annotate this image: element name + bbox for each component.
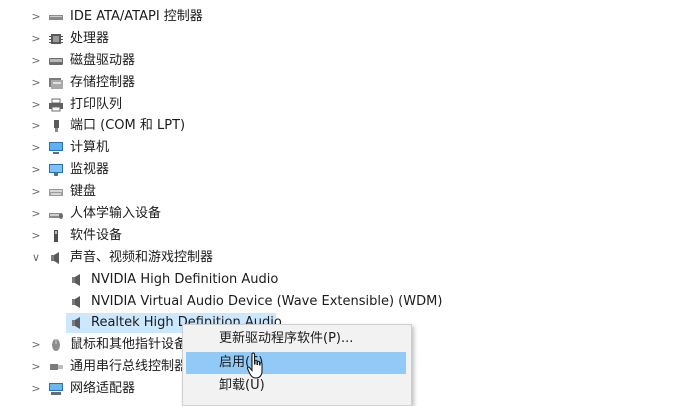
tree-item-print-queues[interactable]: > 打印队列 <box>0 94 684 116</box>
tree-item-hid[interactable]: > 人体学输入设备 <box>0 203 684 225</box>
monitor-icon <box>49 164 63 177</box>
tree-item-label: 通用串行总线控制器 <box>70 359 188 375</box>
tree-item-nvidia-hd-audio[interactable]: NVIDIA High Definition Audio <box>0 269 684 291</box>
tree-item-label: NVIDIA High Definition Audio <box>91 271 279 287</box>
menu-item-enable[interactable]: 启用(E) <box>186 352 406 374</box>
chevron-right-icon[interactable]: > <box>30 137 42 159</box>
hid-icon <box>49 213 63 220</box>
tree-item-label: 处理器 <box>70 30 110 46</box>
menu-item-update-driver[interactable]: 更新驱动程序软件(P)... <box>186 328 406 350</box>
mouse-icon <box>52 339 60 352</box>
chevron-right-icon[interactable]: > <box>30 181 42 203</box>
tree-item-label: 计算机 <box>70 140 110 156</box>
tree-item-software-devices[interactable]: > 软件设备 <box>0 225 684 247</box>
chevron-right-icon[interactable]: > <box>30 159 42 181</box>
tree-item-label: 磁盘驱动器 <box>70 52 136 68</box>
port-icon <box>54 120 59 133</box>
tree-item-disk-drives[interactable]: > 磁盘驱动器 <box>0 50 684 72</box>
tree-item-label: 人体学输入设备 <box>70 206 162 222</box>
processor-icon <box>49 33 63 44</box>
chevron-right-icon[interactable]: > <box>30 334 42 356</box>
chevron-right-icon[interactable]: > <box>30 50 42 72</box>
tree-item-label: 声音、视频和游戏控制器 <box>70 249 214 265</box>
chevron-right-icon[interactable]: > <box>30 94 42 116</box>
software-device-icon <box>54 229 58 242</box>
chevron-right-icon[interactable]: > <box>30 378 42 400</box>
tree-item-label: 软件设备 <box>70 227 123 243</box>
usb-icon <box>50 364 63 371</box>
hand-cursor-icon <box>246 352 263 379</box>
tree-item-nvidia-virtual-audio[interactable]: NVIDIA Virtual Audio Device (Wave Extens… <box>0 291 684 313</box>
tree-item-label: 监视器 <box>70 162 110 178</box>
chevron-right-icon[interactable]: > <box>30 225 42 247</box>
chevron-right-icon[interactable]: > <box>30 72 42 94</box>
chevron-down-icon[interactable]: ∨ <box>30 247 42 269</box>
tree-item-ports[interactable]: > 端口 (COM 和 LPT) <box>0 115 684 137</box>
tree-item-storage-controllers[interactable]: > 存储控制器 <box>0 72 684 94</box>
speaker-icon <box>51 251 59 264</box>
chevron-right-icon[interactable]: > <box>30 28 42 50</box>
disk-drive-icon <box>49 57 63 65</box>
chevron-right-icon[interactable]: > <box>30 356 42 378</box>
chevron-right-icon[interactable]: > <box>30 115 42 137</box>
tree-item-label: 存储控制器 <box>70 74 136 90</box>
speaker-icon <box>72 317 80 330</box>
computer-icon <box>49 142 63 155</box>
tree-item-sound-video-game[interactable]: ∨ 声音、视频和游戏控制器 <box>0 247 684 269</box>
chevron-right-icon[interactable]: > <box>30 203 42 225</box>
tree-item-label: NVIDIA Virtual Audio Device (Wave Extens… <box>91 293 443 309</box>
tree-item-label: 端口 (COM 和 LPT) <box>70 118 186 134</box>
tree-item-label: 网络适配器 <box>70 381 136 397</box>
tree-item-label: IDE ATA/ATAPI 控制器 <box>70 9 203 24</box>
speaker-icon <box>72 273 80 286</box>
tree-item-label: 鼠标和其他指针设备 <box>70 337 188 353</box>
storage-controller-icon <box>49 77 63 89</box>
tree-item-label: 键盘 <box>70 184 97 200</box>
tree-item-label: 打印队列 <box>70 96 123 112</box>
menu-item-uninstall[interactable]: 卸载(U) <box>186 375 406 397</box>
printer-icon <box>49 98 63 112</box>
chevron-right-icon[interactable]: > <box>30 6 42 28</box>
context-menu: 更新驱动程序软件(P)... 启用(E) 卸载(U) <box>182 324 412 406</box>
tree-item-computer[interactable]: > 计算机 <box>0 137 684 159</box>
tree-item-keyboards[interactable]: > 键盘 <box>0 181 684 203</box>
network-adapter-icon <box>49 383 63 396</box>
keyboard-icon <box>49 189 63 197</box>
tree-item-ide-controllers[interactable]: > IDE ATA/ATAPI 控制器 <box>0 6 684 28</box>
speaker-icon <box>72 295 80 308</box>
tree-item-processors[interactable]: > 处理器 <box>0 28 684 50</box>
tree-item-monitors[interactable]: > 监视器 <box>0 159 684 181</box>
ide-controller-icon <box>49 15 63 20</box>
